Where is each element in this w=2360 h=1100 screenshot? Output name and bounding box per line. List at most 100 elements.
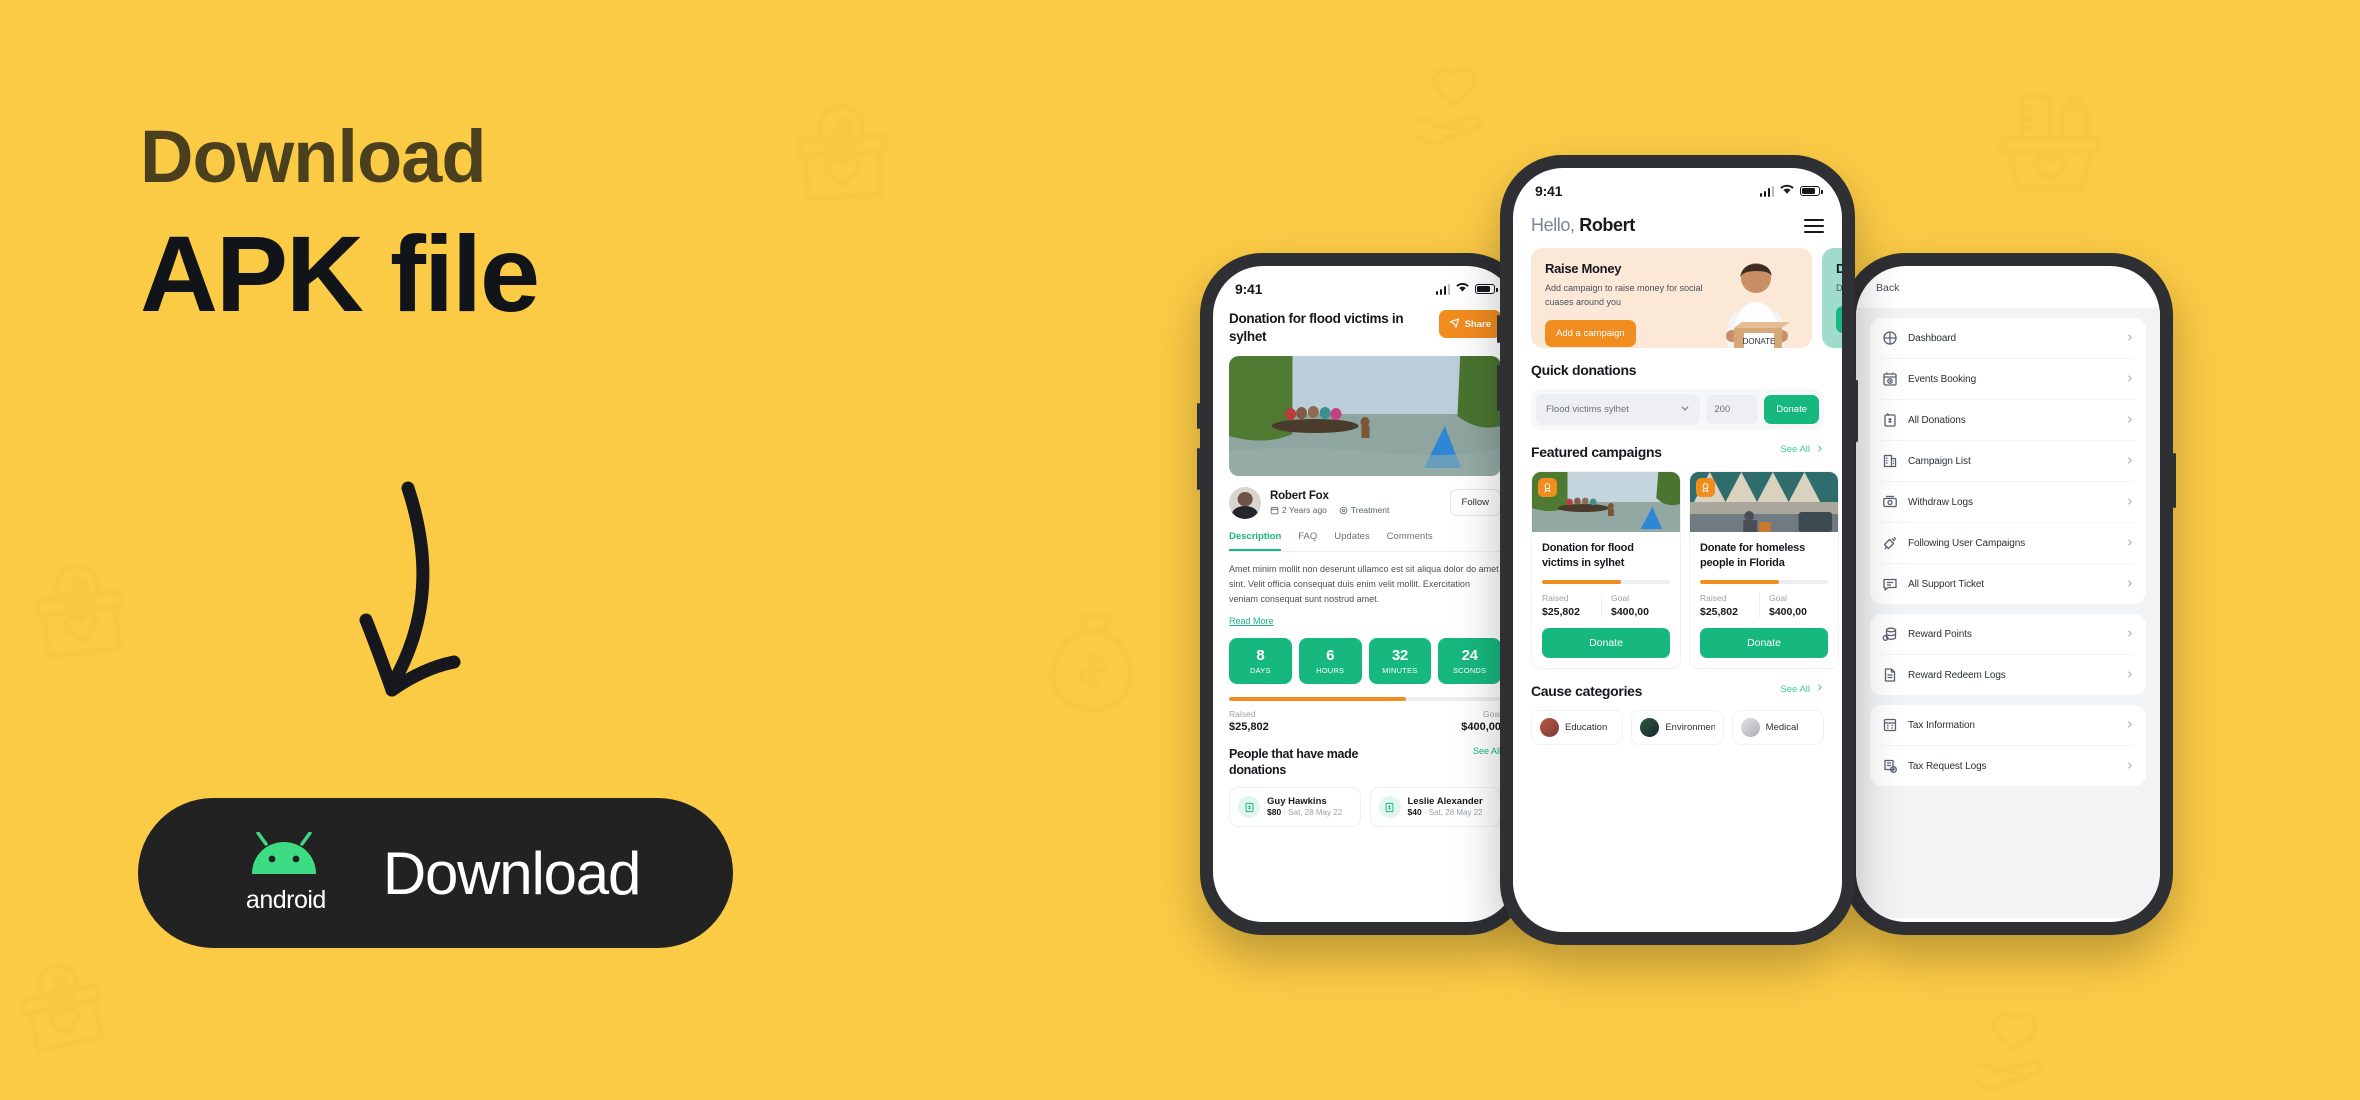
menu-item-all-donations[interactable]: All Donations <box>1882 399 2134 440</box>
android-wordmark: android <box>245 885 326 914</box>
menu-item-reward-points[interactable]: Reward Points <box>1882 614 2134 654</box>
chevron-right-icon <box>2125 757 2134 775</box>
amount-input[interactable]: 200 <box>1706 394 1759 424</box>
wifi-icon <box>1780 182 1794 200</box>
menu-group-rewards: Reward Points Reward Redeem Logs <box>1870 614 2146 695</box>
status-bar: 9:41 <box>1513 168 1842 204</box>
quick-donate-button[interactable]: Donate <box>1764 394 1819 424</box>
campaign-title: Donation for flood victims in sylhet <box>1229 311 1404 344</box>
share-button[interactable]: Share <box>1438 310 1501 338</box>
causes-see-all-link[interactable]: See All <box>1780 683 1824 695</box>
phone-volume-down-button[interactable] <box>1197 448 1200 490</box>
pie-chart-icon <box>1882 330 1898 346</box>
campaign-image <box>1690 471 1838 532</box>
education-photo <box>1540 718 1559 738</box>
donation-receipt-icon <box>1238 796 1260 819</box>
watermark-donation-box-2 <box>14 549 146 681</box>
list-item[interactable]: Guy Hawkins $80 · Sat, 28 May 22 <box>1229 787 1361 828</box>
cause-environment[interactable]: Environment <box>1631 710 1724 746</box>
menu-item-all-support-ticket[interactable]: All Support Ticket <box>1882 563 2134 604</box>
campaign-card-flood[interactable]: Donation for flood victims in sylhet Rai… <box>1531 470 1681 670</box>
cause-education[interactable]: Education <box>1531 710 1624 746</box>
campaign-author: Robert Fox 2 Years ago Treatment Follow <box>1229 486 1501 519</box>
donation-receipt-icon <box>1378 796 1401 819</box>
phone-volume-up-button[interactable] <box>1497 315 1500 343</box>
donors-see-all-link[interactable]: See All <box>1473 746 1501 756</box>
campaign-card-title: Donate for homeless people in Florida <box>1700 541 1806 569</box>
phone-left-campaign-detail: 9:41 Donation for flood victims in sylhe… <box>1197 253 1530 935</box>
quick-donation-form: Flood victims sylhet 200 Donate <box>1531 388 1824 430</box>
headline-bottom: APK file <box>140 213 540 334</box>
signal-bars-icon <box>1435 283 1450 295</box>
tab-faq[interactable]: FAQ <box>1298 531 1317 551</box>
watermark-hand-heart-2 <box>1960 1000 2070 1100</box>
author-category: Treatment <box>1339 505 1389 515</box>
menu-group-tax: Tax Information Tax Request Logs <box>1870 705 2146 786</box>
author-age: 2 Years ago <box>1270 505 1327 515</box>
chevron-right-icon <box>2125 625 2134 643</box>
campaign-card-homeless[interactable]: Donate for homeless people in Florida Ra… <box>1689 470 1839 670</box>
menu-item-tax-information[interactable]: Tax Information <box>1882 705 2134 745</box>
wifi-icon <box>1456 280 1469 298</box>
donate-card[interactable]: Donate Donate now to end hunger Donate <box>1822 248 1842 348</box>
phone-power-button[interactable] <box>2173 453 2176 508</box>
battery-icon <box>1800 186 1823 196</box>
list-item[interactable]: Leslie Alexander $40 · Sat, 28 May 22 <box>1369 787 1501 828</box>
calendar-icon <box>1270 506 1279 515</box>
award-ribbon-icon <box>1538 477 1557 497</box>
follow-button[interactable]: Follow <box>1449 489 1501 517</box>
campaign-card-title: Donation for flood victims in sylhet <box>1542 541 1634 569</box>
calendar-clock-icon <box>1882 371 1898 387</box>
headline-top: Download <box>140 115 487 198</box>
award-ribbon-icon <box>1696 477 1715 497</box>
donate-card-button[interactable]: Donate <box>1836 305 1842 333</box>
menu-item-reward-redeem-logs[interactable]: Reward Redeem Logs <box>1882 654 2134 695</box>
menu-item-following-user-campaigns[interactable]: Following User Campaigns <box>1882 522 2134 563</box>
curved-down-arrow-icon <box>350 470 550 730</box>
menu-item-withdraw-logs[interactable]: Withdraw Logs <box>1882 481 2134 522</box>
phone-center-screen: 9:41 Hello, Robert Raise Money Add campa… <box>1513 168 1842 932</box>
coin-stack-icon <box>1882 626 1898 642</box>
featured-see-all-link[interactable]: See All <box>1780 444 1824 456</box>
donors-heading: People that have made donations <box>1229 746 1359 777</box>
cause-medical[interactable]: Medical <box>1731 710 1824 746</box>
tab-updates[interactable]: Updates <box>1334 531 1369 551</box>
campaign-description: Amet minim mollit non deserunt ullamco e… <box>1229 563 1499 605</box>
raise-money-card[interactable]: Raise Money Add campaign to raise money … <box>1531 248 1812 348</box>
campaign-select[interactable]: Flood victims sylhet <box>1536 393 1701 425</box>
add-campaign-button[interactable]: Add a campaign <box>1545 319 1636 347</box>
campaign-donate-button[interactable]: Donate <box>1542 628 1670 659</box>
status-bar: 9:41 <box>1213 266 1517 302</box>
chevron-right-icon <box>1815 444 1824 456</box>
menu-item-events-booking[interactable]: Events Booking <box>1882 358 2134 399</box>
campaign-progress <box>1700 580 1828 585</box>
phone-right-menu: Back Dashboard Events Booking All Donati… <box>1843 253 2176 935</box>
countdown-seconds: 24 SCONDS <box>1438 637 1501 684</box>
campaign-image <box>1532 471 1680 532</box>
chevron-right-icon <box>2125 666 2134 684</box>
read-more-link[interactable]: Read More <box>1229 616 1274 626</box>
promo-cards-carousel[interactable]: Raise Money Add campaign to raise money … <box>1531 248 1842 348</box>
menu-item-tax-request-logs[interactable]: Tax Request Logs <box>1882 745 2134 786</box>
tax-check-icon <box>1882 758 1898 774</box>
countdown-timer: 8 DAYS 6 HOURS 32 MINUTES 24 SCONDS <box>1229 637 1501 684</box>
chevron-right-icon <box>2125 716 2134 734</box>
chevron-right-icon <box>2125 370 2134 388</box>
hamburger-menu-icon[interactable] <box>1804 218 1824 233</box>
phone-power-button[interactable] <box>1855 380 1858 442</box>
back-button[interactable]: Back <box>1856 266 2160 308</box>
goal-figure: Goal $400,00 <box>1601 593 1670 619</box>
tab-description[interactable]: Description <box>1229 531 1282 551</box>
tab-comments[interactable]: Comments <box>1387 531 1433 551</box>
author-name: Robert Fox <box>1270 490 1329 503</box>
campaign-donate-button[interactable]: Donate <box>1700 628 1828 659</box>
download-apk-button[interactable]: android Download <box>138 798 733 948</box>
menu-item-dashboard[interactable]: Dashboard <box>1882 318 2134 358</box>
menu-item-campaign-list[interactable]: Campaign List <box>1882 440 2134 481</box>
phone-volume-up-button[interactable] <box>1197 403 1200 429</box>
phone-volume-down-button[interactable] <box>1497 365 1500 411</box>
countdown-days: 8 DAYS <box>1229 637 1292 684</box>
watermark-food-basket-1 <box>1985 70 2115 200</box>
promo-headline: Download APK file <box>140 120 900 328</box>
avatar <box>1229 486 1261 519</box>
